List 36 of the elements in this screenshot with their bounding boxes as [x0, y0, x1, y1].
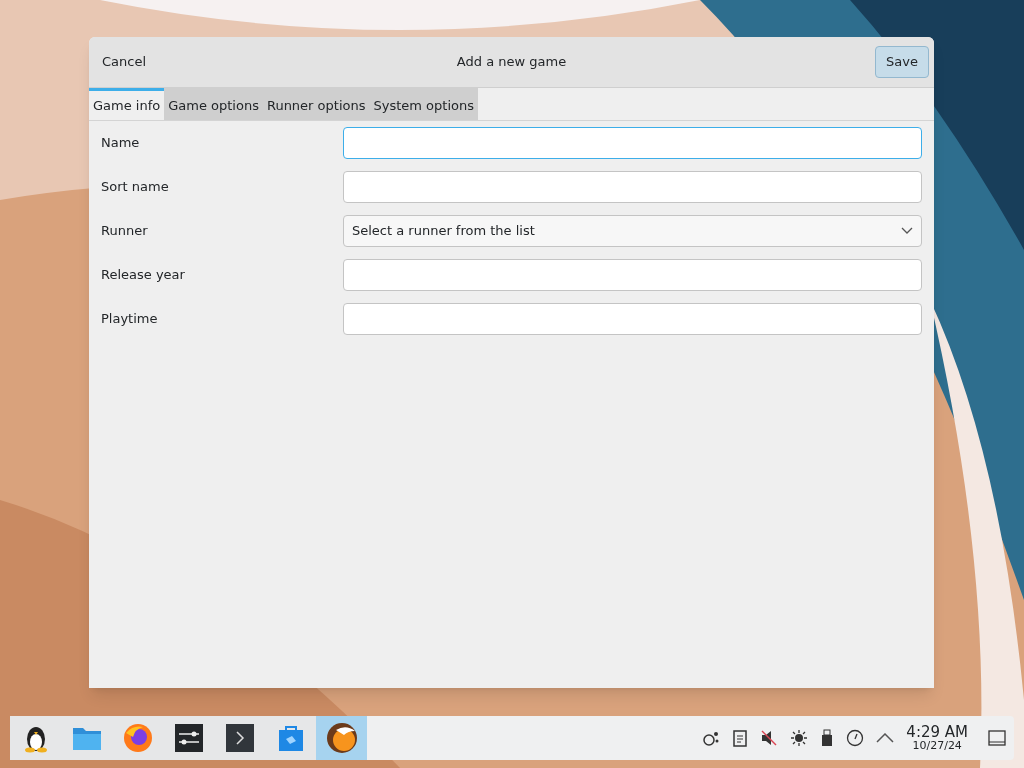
- chevron-up-icon[interactable]: [876, 733, 895, 743]
- tab[interactable]: Runner options: [262, 88, 370, 120]
- gauge-icon: [846, 729, 865, 747]
- show-desktop-icon[interactable]: [988, 730, 1006, 746]
- taskbar-app-button[interactable]: [316, 716, 367, 760]
- input-field[interactable]: [343, 259, 922, 291]
- clock-date: 10/27/24: [912, 740, 962, 751]
- clock-time: 4:29 AM: [906, 725, 968, 740]
- tab[interactable]: Game options: [164, 88, 263, 120]
- chevron-down-icon: [901, 227, 913, 235]
- taskbar-app-button[interactable]: [10, 716, 61, 760]
- field-label: Release year: [101, 266, 186, 285]
- field-label: Sort name: [101, 178, 170, 197]
- input-field[interactable]: [343, 171, 922, 203]
- tab[interactable]: System options: [369, 88, 478, 120]
- window-title: Add a new game: [456, 53, 567, 72]
- terminal-icon: [225, 724, 254, 752]
- usb-drive-icon: [820, 729, 835, 747]
- tab[interactable]: Game info: [89, 88, 165, 120]
- cancel-button[interactable]: Cancel: [94, 46, 155, 78]
- game-logo-icon: [325, 722, 358, 754]
- field-label: Playtime: [101, 310, 159, 329]
- brightness-icon: [790, 729, 809, 747]
- shopping-bag-icon: [277, 724, 304, 752]
- network-icon: [702, 729, 721, 747]
- clipboard-icon: [732, 729, 749, 747]
- browser-icon: [122, 723, 153, 753]
- input-field[interactable]: [343, 303, 922, 335]
- field-label: Runner: [101, 222, 149, 241]
- runner-dropdown[interactable]: Select a runner from the list: [343, 215, 922, 247]
- muted-speaker-icon: [760, 729, 779, 747]
- sliders-icon: [174, 724, 203, 752]
- input-field[interactable]: [343, 127, 922, 159]
- save-button[interactable]: Save: [875, 46, 929, 78]
- field-label: Name: [101, 134, 141, 153]
- folder-icon: [71, 725, 102, 751]
